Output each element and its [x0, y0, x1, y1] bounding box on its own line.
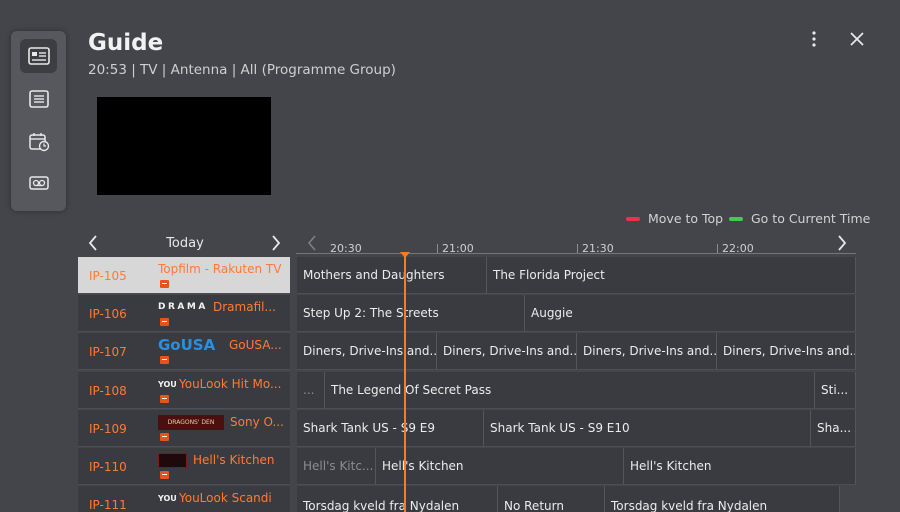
earlier-time-button[interactable] [304, 234, 320, 252]
channel-logo: DRAMA [158, 302, 208, 312]
chevron-right-icon [838, 235, 847, 251]
program-cell[interactable]: Shark Tank US - S9 E10 [484, 410, 811, 447]
recording-icon [28, 176, 49, 190]
guide-view-button[interactable] [20, 39, 57, 73]
program-cell[interactable]: Diners, Drive-Ins and... [437, 333, 577, 370]
channel-logo-icon [158, 453, 187, 468]
program-cell[interactable]: No Return [498, 486, 605, 512]
close-icon [850, 32, 864, 46]
channel-logo: DRAGONS' DEN [158, 415, 224, 430]
channel-name: YouLook Scandi [179, 491, 272, 505]
program-cell[interactable]: Sti... [815, 372, 856, 409]
channel-row[interactable]: IP-106 DRAMA Dramafil... [78, 295, 290, 332]
channel-row[interactable]: IP-107 GoUSA GoUSA... [78, 333, 290, 370]
timeline-axis [296, 253, 856, 254]
program-cell[interactable]: Torsdag kveld fra Nydalen [297, 486, 498, 512]
program-cell[interactable]: Hell's Kitchen [624, 448, 856, 485]
page-title: Guide [88, 30, 164, 56]
program-cell[interactable]: The Florida Project [487, 257, 856, 294]
program-cell[interactable]: Sha... [811, 410, 856, 447]
program-cell[interactable]: The Legend Of Secret Pass [325, 372, 815, 409]
channel-name: Topfilm - Rakuten TV [158, 262, 282, 276]
list-view-button[interactable] [20, 82, 57, 116]
iptv-badge-icon [160, 318, 169, 326]
live-preview[interactable] [97, 97, 271, 195]
channel-number: IP-111 [89, 498, 127, 512]
program-cell[interactable]: Diners, Drive-Ins and... [717, 333, 856, 370]
current-time-label: Go to Current Time [751, 211, 871, 226]
channel-number: IP-109 [89, 422, 127, 436]
day-label: Today [166, 236, 204, 251]
time-tick [437, 244, 438, 253]
channel-row[interactable]: IP-110 Hell's Kitchen [78, 448, 290, 485]
program-cell[interactable]: Diners, Drive-Ins and... [297, 333, 437, 370]
iptv-badge-icon [160, 433, 169, 441]
channel-name: Hell's Kitchen [193, 453, 275, 467]
program-cell[interactable]: Hell's Kitchen [376, 448, 624, 485]
channel-number: IP-105 [89, 269, 127, 283]
green-key-icon [729, 216, 743, 221]
chevron-right-icon [272, 235, 281, 251]
program-cell[interactable]: Step Up 2: The Streets [297, 295, 525, 332]
next-day-button[interactable] [268, 234, 284, 252]
current-time-hint: Go to Current Time [729, 211, 870, 226]
previous-day-button[interactable] [85, 234, 101, 252]
later-time-button[interactable] [834, 234, 850, 252]
channel-logo: YOU [158, 493, 177, 503]
side-menu [11, 31, 66, 211]
time-tick [577, 244, 578, 253]
channel-name: Sony O... [230, 415, 284, 429]
chevron-left-icon [88, 235, 97, 251]
page-subtitle: 20:53 | TV | Antenna | All (Programme Gr… [88, 62, 396, 78]
channel-number: IP-110 [89, 460, 127, 474]
program-cell[interactable]: Torsdag kveld fra Nydalen [605, 486, 840, 512]
time-tick [717, 244, 718, 253]
channel-number: IP-108 [89, 384, 127, 398]
program-cell[interactable]: Shark Tank US - S9 E9 [297, 410, 484, 447]
channel-row[interactable]: IP-111 YOU YouLook Scandi [78, 486, 290, 512]
program-cell[interactable]: ... [297, 372, 325, 409]
program-cell[interactable]: Hell's Kitc... [297, 448, 376, 485]
program-cell[interactable]: Auggie [525, 295, 856, 332]
channel-logo: YOU [158, 379, 177, 389]
current-time-line [404, 256, 406, 512]
iptv-badge-icon [160, 280, 169, 288]
channel-name: GoUSA... [229, 338, 282, 352]
schedule-button[interactable] [20, 125, 57, 159]
channel-logo: GoUSA [158, 336, 216, 354]
close-button[interactable] [847, 29, 867, 49]
iptv-badge-icon [160, 471, 169, 479]
more-vertical-icon [812, 31, 816, 47]
channel-name: YouLook Hit Mo... [179, 377, 282, 391]
list-icon [28, 90, 49, 108]
program-cell[interactable]: Mothers and Daughters [297, 257, 487, 294]
chevron-left-icon [307, 235, 316, 251]
guide-icon [27, 47, 50, 65]
channel-row[interactable]: IP-109 DRAGONS' DEN Sony O... [78, 410, 290, 447]
iptv-badge-icon [160, 395, 169, 403]
schedule-icon [28, 133, 49, 152]
channel-name: Dramafil... [213, 300, 276, 314]
more-options-button[interactable] [804, 29, 824, 49]
channel-row[interactable]: IP-108 YOU YouLook Hit Mo... [78, 372, 290, 409]
channel-row[interactable]: IP-105 Topfilm - Rakuten TV [78, 257, 290, 294]
move-to-top-label: Move to Top [648, 211, 724, 226]
iptv-badge-icon [160, 356, 169, 364]
red-key-icon [626, 216, 640, 221]
program-cell[interactable]: Diners, Drive-Ins and... [577, 333, 717, 370]
channel-number: IP-107 [89, 345, 127, 359]
channel-number: IP-106 [89, 307, 127, 321]
move-to-top-hint: Move to Top [626, 211, 723, 226]
recordings-button[interactable] [20, 166, 57, 200]
